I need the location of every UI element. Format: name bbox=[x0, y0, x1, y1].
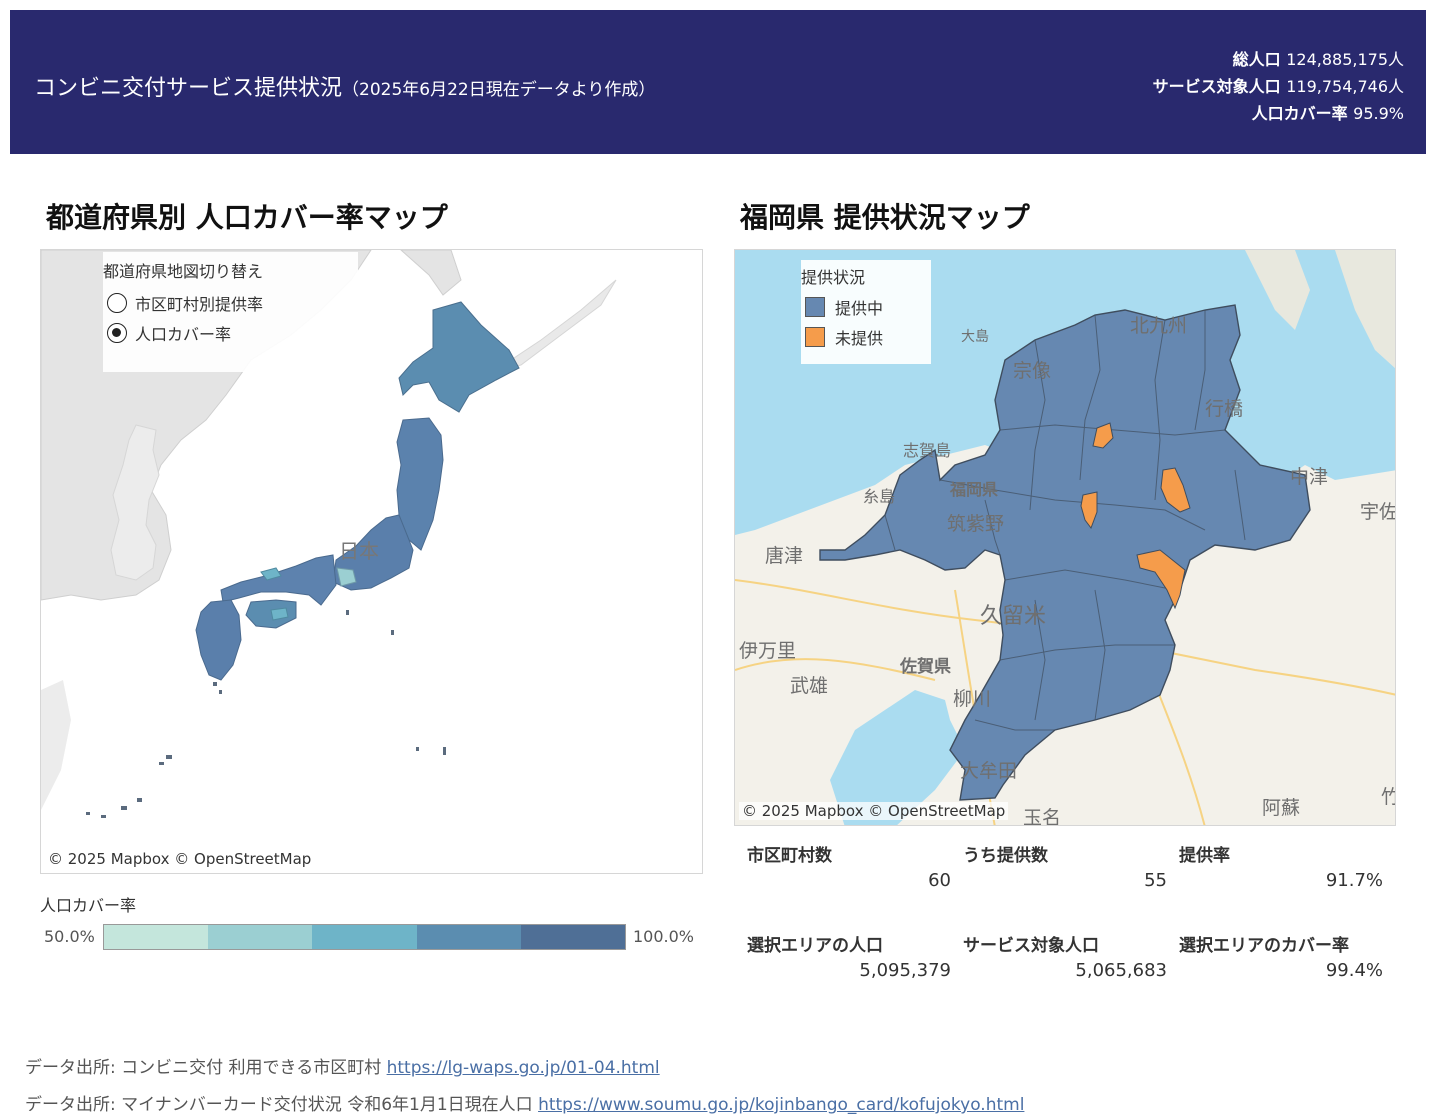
kpi-value-provided: 55 bbox=[1144, 870, 1167, 891]
hokkaido[interactable] bbox=[398, 301, 520, 413]
japan-map[interactable]: 日本 都道府県地図切り替え 市区町村別提供率 人口カバー率 © 2025 Map… bbox=[40, 249, 703, 874]
label-usa: 宇佐 bbox=[1360, 501, 1396, 523]
label-takeo: 武雄 bbox=[790, 675, 828, 697]
legend-swatch-provided bbox=[805, 297, 825, 317]
okinawa-islands bbox=[86, 610, 446, 818]
label-kurume: 久留米 bbox=[980, 604, 1046, 629]
ramp-step-4 bbox=[416, 925, 521, 949]
label-nakatsu: 中津 bbox=[1290, 466, 1328, 488]
kpi-value-area-population: 5,095,379 bbox=[859, 960, 951, 981]
source-text: データ出所: マイナンバーカード交付状況 令和6年1月1日現在人口 bbox=[25, 1095, 533, 1115]
kansai-chugoku[interactable] bbox=[220, 554, 337, 606]
kpi-label-provided: うち提供数 bbox=[963, 846, 1048, 866]
label-saga: 佐賀県 bbox=[899, 656, 951, 677]
map-label-japan: 日本 bbox=[339, 539, 379, 563]
source-line-2: データ出所: マイナンバーカード交付状況 令和6年1月1日現在人口 https:… bbox=[25, 1090, 1024, 1115]
stat-service-population: サービス対象人口 119,754,746人 bbox=[1152, 77, 1404, 96]
legend-title: 提供状況 bbox=[801, 268, 866, 287]
ramp-title: 人口カバー率 bbox=[40, 896, 137, 915]
source-link-2[interactable]: https://www.soumu.go.jp/kojinbango_card/… bbox=[538, 1095, 1024, 1115]
radio-off-icon[interactable] bbox=[107, 293, 127, 313]
left-section-title: 都道府県別 人口カバー率マップ bbox=[46, 201, 448, 234]
ramp-max-label: 100.0% bbox=[633, 927, 695, 946]
stat-total-population: 総人口 124,885,175人 bbox=[1232, 50, 1404, 69]
map-credit: © 2025 Mapbox © OpenStreetMap bbox=[739, 802, 1009, 820]
label-omuta: 大牟田 bbox=[960, 760, 1017, 782]
right-section-title: 福岡県 提供状況マップ bbox=[740, 201, 1030, 234]
label-kitakyushu: 北九州 bbox=[1130, 315, 1187, 337]
stat-coverage-rate: 人口カバー率 95.9% bbox=[1251, 104, 1404, 123]
source-link-1[interactable]: https://lg-waps.go.jp/01-04.html bbox=[387, 1058, 660, 1078]
title-text: コンビニ交付サービス提供状況 bbox=[34, 76, 343, 101]
ramp-step-2 bbox=[208, 925, 313, 949]
taiwan-area bbox=[41, 680, 71, 810]
kpi-value-provision-rate: 91.7% bbox=[1325, 870, 1383, 891]
color-ramp bbox=[103, 924, 626, 950]
source-text: データ出所: コンビニ交付 利用できる市区町村 bbox=[25, 1058, 382, 1078]
ramp-step-3 bbox=[312, 925, 417, 949]
kyushu[interactable] bbox=[195, 599, 242, 681]
label-karatsu: 唐津 bbox=[765, 545, 803, 567]
radio-municipality-rate[interactable]: 市区町村別提供率 bbox=[103, 288, 358, 318]
legend-label: 未提供 bbox=[835, 329, 884, 348]
map-switch-panel: 都道府県地図切り替え 市区町村別提供率 人口カバー率 bbox=[103, 252, 358, 372]
sakhalin bbox=[400, 250, 462, 296]
radio-population-coverage[interactable]: 人口カバー率 bbox=[103, 318, 358, 348]
radio-label: 人口カバー率 bbox=[135, 325, 232, 344]
label-fukuoka: 福岡県 bbox=[949, 480, 998, 499]
legend-item-provided[interactable]: 提供中 bbox=[801, 292, 931, 322]
legend-swatch-not-provided bbox=[805, 327, 825, 347]
map-switch-title: 都道府県地図切り替え bbox=[103, 262, 264, 281]
label-shikanoshima: 志賀島 bbox=[903, 441, 951, 460]
fukuoka-map[interactable]: 北九州 宗像 行橋 志賀島 福岡県 糸島 筑紫野 中津 宇佐 唐津 久留米 伊万… bbox=[734, 249, 1396, 826]
kpi-label-service-population: サービス対象人口 bbox=[963, 936, 1099, 956]
kuril-islands bbox=[495, 279, 617, 371]
kpi-value-service-population: 5,065,683 bbox=[1075, 960, 1167, 981]
label-aso: 阿蘇 bbox=[1262, 797, 1300, 819]
label-yukuhashi: 行橋 bbox=[1205, 398, 1243, 420]
kpi-value-area-coverage: 99.4% bbox=[1325, 960, 1383, 981]
label-taketa: 竹 bbox=[1381, 786, 1396, 808]
ramp-min-label: 50.0% bbox=[44, 927, 95, 946]
label-munakata: 宗像 bbox=[1013, 360, 1051, 382]
kpi-label-provision-rate: 提供率 bbox=[1179, 846, 1230, 866]
shikoku[interactable] bbox=[245, 599, 297, 629]
header-banner: コンビニ交付サービス提供状況（2025年6月22日現在データより作成） 総人口 … bbox=[10, 10, 1426, 154]
radio-label: 市区町村別提供率 bbox=[135, 295, 264, 314]
header-stats: 総人口 124,885,175人 サービス対象人口 119,754,746人 人… bbox=[1153, 46, 1404, 127]
kpi-value-municipalities: 60 bbox=[928, 870, 951, 891]
ramp-step-5 bbox=[520, 925, 626, 949]
label-imari: 伊万里 bbox=[739, 640, 796, 662]
kpi-label-area-population: 選択エリアの人口 bbox=[747, 936, 883, 956]
source-line-1: データ出所: コンビニ交付 利用できる市区町村 https://lg-waps.… bbox=[25, 1053, 660, 1078]
label-tamana: 玉名 bbox=[1023, 807, 1061, 826]
legend-item-not-provided[interactable]: 未提供 bbox=[801, 322, 931, 352]
label-itoshima: 糸島 bbox=[863, 487, 895, 506]
legend-label: 提供中 bbox=[835, 299, 884, 318]
title-date: （2025年6月22日現在データより作成） bbox=[342, 80, 656, 100]
kpi-label-municipalities: 市区町村数 bbox=[747, 846, 832, 866]
radio-on-icon[interactable] bbox=[107, 323, 127, 343]
label-chikushino: 筑紫野 bbox=[947, 513, 1004, 535]
kpi-label-area-coverage: 選択エリアのカバー率 bbox=[1179, 936, 1349, 956]
status-legend: 提供状況 提供中 未提供 bbox=[801, 260, 931, 364]
ramp-step-1 bbox=[104, 925, 209, 949]
map-credit: © 2025 Mapbox © OpenStreetMap bbox=[45, 850, 315, 868]
label-oshima: 大島 bbox=[961, 329, 989, 345]
label-yanagawa: 柳川 bbox=[953, 688, 991, 710]
page-title: コンビニ交付サービス提供状況（2025年6月22日現在データより作成） bbox=[34, 70, 655, 102]
